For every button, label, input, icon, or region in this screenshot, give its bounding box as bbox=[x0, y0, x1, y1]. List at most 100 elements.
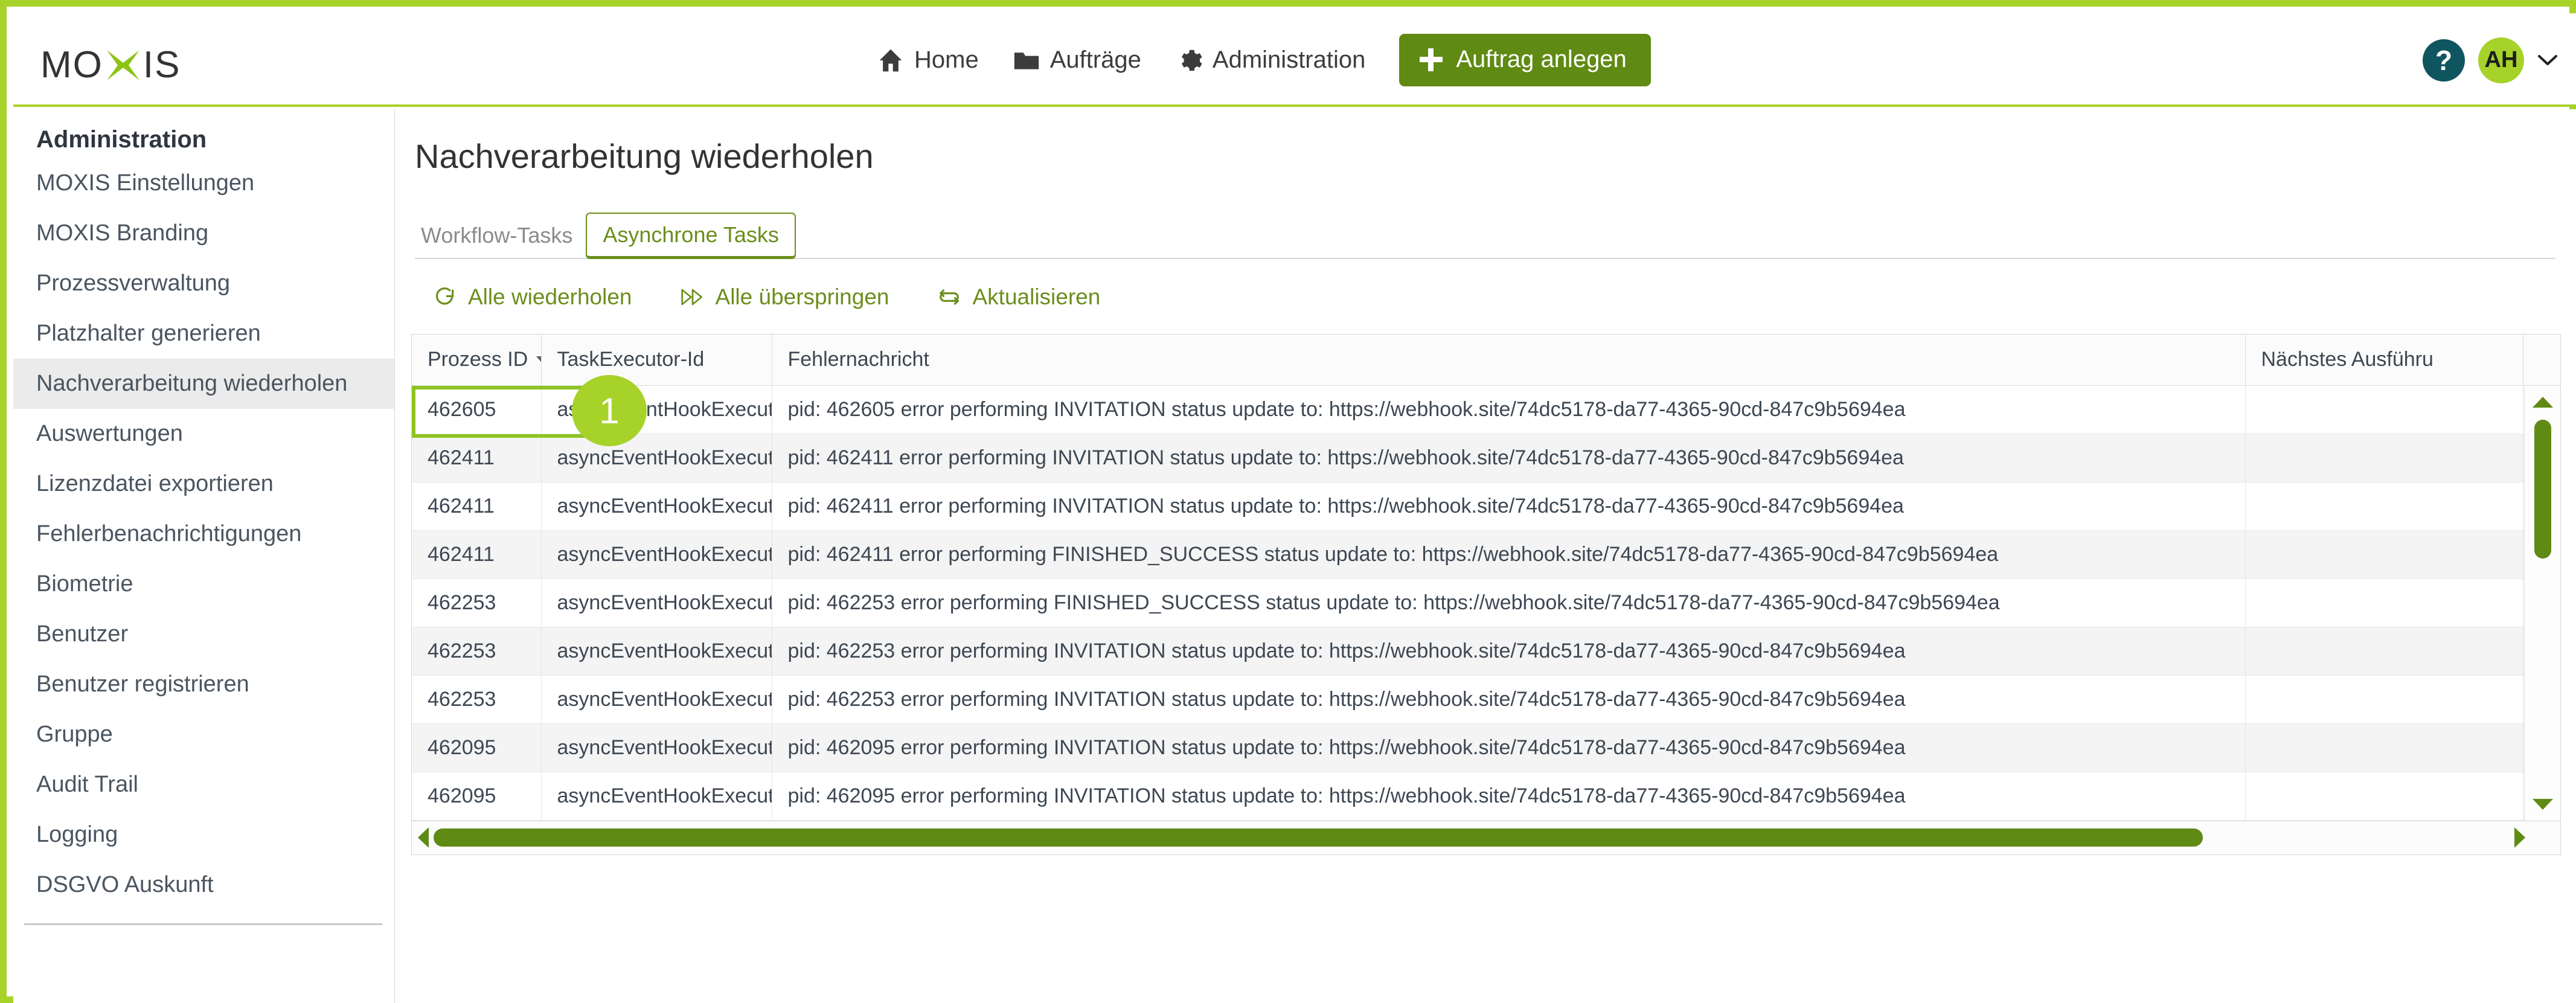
cell-message: pid: 462411 error performing INVITATION … bbox=[772, 434, 2245, 482]
cell-executor: asyncEventHookExecutor bbox=[541, 530, 772, 578]
sidebar-item-logging[interactable]: Logging bbox=[13, 810, 394, 860]
cell-next-run bbox=[2245, 530, 2523, 578]
skip-forward-icon bbox=[681, 285, 705, 309]
cell-message: pid: 462253 error performing FINISHED_SU… bbox=[772, 578, 2245, 627]
table-row[interactable]: 462411 asyncEventHookExecutor pid: 46241… bbox=[412, 530, 2560, 578]
logo-text-left: MO bbox=[40, 43, 103, 86]
nav-label-auftraege: Aufträge bbox=[1050, 46, 1141, 74]
cell-next-run bbox=[2245, 482, 2523, 530]
sort-desc-icon bbox=[536, 356, 541, 365]
cell-message: pid: 462411 error performing FINISHED_SU… bbox=[772, 530, 2245, 578]
table-row[interactable]: 462095 asyncEventHookExecutor pid: 46209… bbox=[412, 772, 2560, 820]
cell-next-run bbox=[2245, 578, 2523, 627]
nav-label-administration: Administration bbox=[1213, 46, 1365, 74]
sidebar-item-audit-trail[interactable]: Audit Trail bbox=[13, 760, 394, 810]
async-tasks-table: Prozess ID TaskExecutor-Id Fehlernachric… bbox=[412, 335, 2560, 821]
refresh-button[interactable]: Aktualisieren bbox=[937, 284, 1100, 310]
help-icon[interactable]: ? bbox=[2423, 39, 2465, 82]
cell-prozess-id: 462411 bbox=[412, 434, 541, 482]
sidebar-item-benutzer-registrieren[interactable]: Benutzer registrieren bbox=[13, 659, 394, 710]
sidebar-item-auswertungen[interactable]: Auswertungen bbox=[13, 409, 394, 459]
chevron-down-icon[interactable] bbox=[2537, 50, 2558, 71]
table-row[interactable]: 462095 asyncEventHookExecutor pid: 46209… bbox=[412, 723, 2560, 772]
sidebar-item-moxis-branding[interactable]: MOXIS Branding bbox=[13, 208, 394, 258]
table-horizontal-scrollbar[interactable] bbox=[411, 821, 2561, 855]
retry-all-button[interactable]: Alle wiederholen bbox=[433, 284, 632, 310]
plus-icon bbox=[1420, 48, 1443, 71]
table-row[interactable]: 462411 asyncEventHookExecutor pid: 46241… bbox=[412, 482, 2560, 530]
cell-next-run bbox=[2245, 772, 2523, 820]
header-right-actions: ? AH bbox=[2423, 13, 2558, 107]
app-header: MO IS Home Aufträge bbox=[13, 13, 2576, 107]
sidebar-item-nachverarbeitung-wiederholen[interactable]: Nachverarbeitung wiederholen bbox=[13, 359, 394, 409]
table-vertical-scrollbar[interactable] bbox=[2524, 386, 2560, 821]
sidebar-item-fehlerbenachrichtigungen[interactable]: Fehlerbenachrichtigungen bbox=[13, 509, 394, 559]
sidebar-item-platzhalter-generieren[interactable]: Platzhalter generieren bbox=[13, 309, 394, 359]
moxis-x-mark-icon bbox=[104, 46, 142, 84]
table-row[interactable]: 462253 asyncEventHookExecutor pid: 46225… bbox=[412, 627, 2560, 675]
nav-item-home[interactable]: Home bbox=[877, 46, 979, 74]
table-body: 462605 asyncEventHookExecutor pid: 46260… bbox=[412, 385, 2560, 820]
create-auftrag-button[interactable]: Auftrag anlegen bbox=[1399, 34, 1650, 86]
cell-message: pid: 462253 error performing INVITATION … bbox=[772, 675, 2245, 723]
cell-prozess-id: 462411 bbox=[412, 530, 541, 578]
cell-executor: asyncEventHookExecutor bbox=[541, 482, 772, 530]
nav-label-home: Home bbox=[914, 46, 979, 74]
sidebar-item-gruppe[interactable]: Gruppe bbox=[13, 710, 394, 760]
avatar[interactable]: AH bbox=[2478, 37, 2524, 83]
scroll-up-arrow-icon[interactable] bbox=[2533, 397, 2553, 408]
cell-message: pid: 462253 error performing INVITATION … bbox=[772, 627, 2245, 675]
vertical-scrollbar-thumb[interactable] bbox=[2534, 420, 2551, 559]
sidebar-title: Administration bbox=[13, 126, 394, 158]
cell-message: pid: 462411 error performing INVITATION … bbox=[772, 482, 2245, 530]
cell-executor: asyncEventHookExecutor bbox=[541, 627, 772, 675]
sidebar-divider bbox=[24, 923, 382, 925]
table-row[interactable]: 462253 asyncEventHookExecutor pid: 46225… bbox=[412, 578, 2560, 627]
cell-next-run bbox=[2245, 627, 2523, 675]
retry-icon bbox=[433, 285, 457, 309]
cell-executor: asyncEventHookExecutor bbox=[541, 675, 772, 723]
cell-message: pid: 462605 error performing INVITATION … bbox=[772, 385, 2245, 434]
cell-prozess-id: 462253 bbox=[412, 675, 541, 723]
sidebar-item-prozessverwaltung[interactable]: Prozessverwaltung bbox=[13, 258, 394, 309]
cell-message: pid: 462095 error performing INVITATION … bbox=[772, 772, 2245, 820]
sidebar-item-lizenzdatei-exportieren[interactable]: Lizenzdatei exportieren bbox=[13, 459, 394, 509]
column-header-naechstes-ausfuehrung[interactable]: Nächstes Ausführu bbox=[2245, 335, 2523, 385]
cell-prozess-id: 462253 bbox=[412, 578, 541, 627]
skip-all-button[interactable]: Alle überspringen bbox=[681, 284, 889, 310]
cell-prozess-id: 462095 bbox=[412, 723, 541, 772]
scroll-left-arrow-icon[interactable] bbox=[418, 827, 429, 848]
scroll-down-arrow-icon[interactable] bbox=[2533, 799, 2553, 810]
nav-item-administration[interactable]: Administration bbox=[1175, 46, 1365, 74]
column-header-prozess-id[interactable]: Prozess ID bbox=[412, 335, 541, 385]
cell-executor: asyncEventHookExecutor bbox=[541, 578, 772, 627]
sidebar-item-dsgvo-auskunft[interactable]: DSGVO Auskunft bbox=[13, 860, 394, 910]
main-nav: Home Aufträge Administration Auftrag anl bbox=[877, 13, 1651, 107]
scroll-right-arrow-icon[interactable] bbox=[2514, 827, 2525, 848]
nav-item-auftraege[interactable]: Aufträge bbox=[1013, 46, 1141, 74]
app-frame: MO IS Home Aufträge bbox=[0, 0, 2576, 1003]
table-row[interactable]: 462605 asyncEventHookExecutor pid: 46260… bbox=[412, 385, 2560, 434]
tab-bar: Workflow-Tasks Asynchrone Tasks bbox=[415, 213, 2555, 259]
skip-all-label: Alle überspringen bbox=[716, 284, 889, 310]
moxis-logo[interactable]: MO IS bbox=[40, 43, 181, 86]
refresh-label: Aktualisieren bbox=[972, 284, 1100, 310]
cell-executor: asyncEventHookExecutor bbox=[541, 723, 772, 772]
table-row[interactable]: 462411 asyncEventHookExecutor pid: 46241… bbox=[412, 434, 2560, 482]
cell-next-run bbox=[2245, 434, 2523, 482]
cell-next-run bbox=[2245, 385, 2523, 434]
sidebar-item-benutzer[interactable]: Benutzer bbox=[13, 609, 394, 659]
horizontal-scrollbar-thumb[interactable] bbox=[434, 828, 2203, 847]
sidebar-item-biometrie[interactable]: Biometrie bbox=[13, 559, 394, 609]
column-header-taskexecutor-id[interactable]: TaskExecutor-Id bbox=[541, 335, 772, 385]
column-header-scrollbar-spacer bbox=[2523, 335, 2560, 385]
sidebar-item-moxis-einstellungen[interactable]: MOXIS Einstellungen bbox=[13, 158, 394, 208]
tab-workflow-tasks[interactable]: Workflow-Tasks bbox=[415, 214, 586, 258]
table-row[interactable]: 462253 asyncEventHookExecutor pid: 46225… bbox=[412, 675, 2560, 723]
gear-icon bbox=[1175, 46, 1203, 74]
main-content: Nachverarbeitung wiederholen Workflow-Ta… bbox=[395, 109, 2576, 1003]
tab-asynchrone-tasks[interactable]: Asynchrone Tasks bbox=[586, 213, 795, 259]
cell-next-run bbox=[2245, 723, 2523, 772]
column-header-fehlernachricht[interactable]: Fehlernachricht bbox=[772, 335, 2245, 385]
cell-executor: asyncEventHookExecutor bbox=[541, 772, 772, 820]
